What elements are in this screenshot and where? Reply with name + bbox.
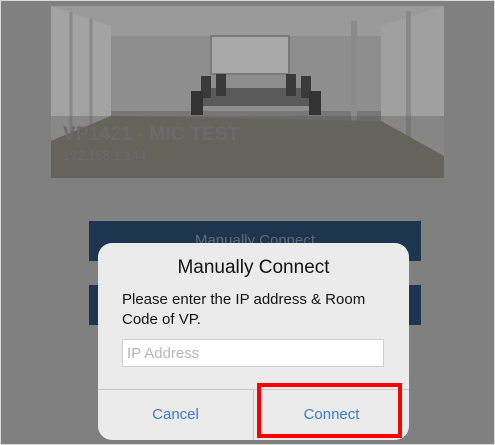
manually-connect-dialog: Manually Connect Please enter the IP add…: [98, 243, 409, 440]
connect-button[interactable]: Connect: [254, 390, 409, 440]
room-name: VP1421 - MIC TEST: [63, 124, 240, 145]
dialog-message: Please enter the IP address & Room Code …: [122, 291, 366, 328]
cancel-button[interactable]: Cancel: [98, 390, 253, 440]
room-card[interactable]: VP1421 - MIC TEST 192.168.1.144: [51, 6, 444, 178]
app-screen: VP1421 - MIC TEST 192.168.1.144 Manually…: [0, 0, 495, 445]
dialog-title: Manually Connect: [177, 257, 330, 278]
ip-address-input[interactable]: [122, 339, 384, 367]
room-ip-address: 192.168.1.144: [63, 148, 147, 163]
